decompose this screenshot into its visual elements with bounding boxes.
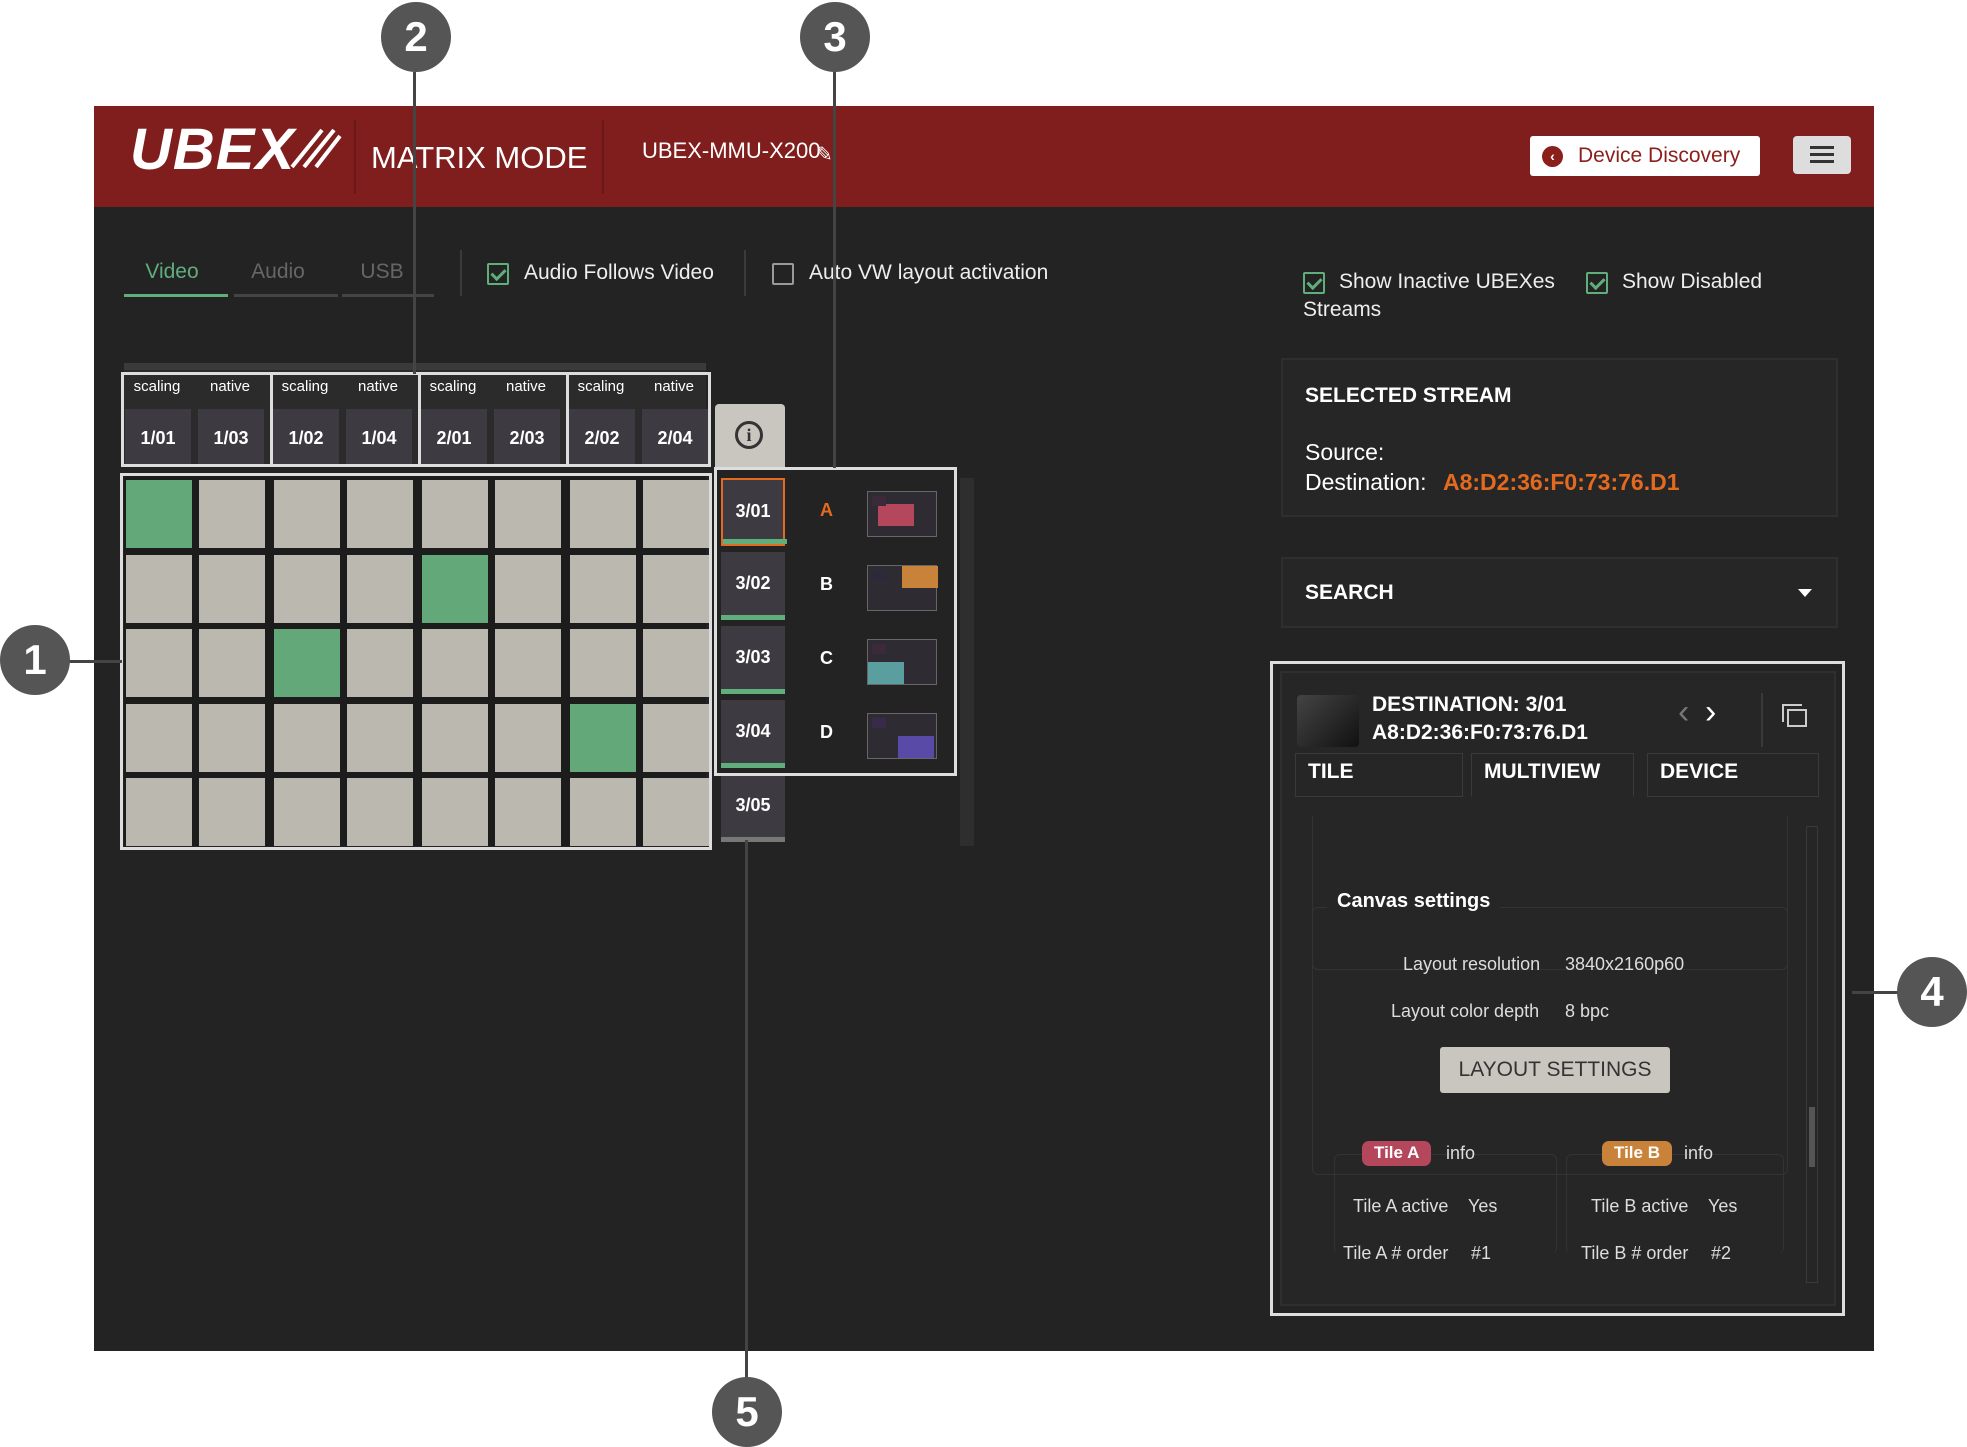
source-header-outline (121, 372, 711, 467)
detail-scrollbar[interactable] (1806, 826, 1818, 1283)
color-depth-value: 8 bpc (1565, 1001, 1610, 1021)
tile-a-order-value: #1 (1471, 1243, 1492, 1263)
callout-4: 4 (1897, 957, 1967, 1027)
device-name[interactable]: UBEX-MMU-X200 (642, 138, 820, 164)
source-label: Source: (1305, 439, 1385, 465)
tile-b-active-label: Tile B active (1591, 1196, 1689, 1216)
auto-vw-checkbox[interactable] (772, 263, 794, 285)
prev-arrow-icon[interactable]: ‹ (1678, 693, 1689, 732)
tab-audio[interactable]: Audio (230, 260, 326, 284)
info-button[interactable]: i (715, 404, 785, 467)
destination-scrollbar[interactable] (960, 478, 974, 846)
destination-title: DESTINATION: 3/01 (1372, 693, 1567, 716)
layout-resolution-value: 3840x2160p60 (1565, 954, 1685, 974)
mode-title: MATRIX MODE (371, 140, 588, 175)
canvas-settings-title: Canvas settings (1327, 890, 1501, 913)
show-inactive-checkbox[interactable] (1303, 272, 1325, 294)
edit-pencil-icon[interactable]: ✎ (816, 142, 833, 167)
chevron-down-icon (1798, 589, 1812, 597)
tile-a-order-label: Tile A # order (1343, 1243, 1449, 1263)
tile-b-active-value: Yes (1708, 1196, 1738, 1216)
destination-address: A8:D2:36:F0:73:76.D1 (1372, 721, 1588, 744)
destination-outline (714, 467, 957, 776)
callout-5: 5 (712, 1377, 782, 1447)
streams-label: Streams (1303, 298, 1382, 321)
destination-value: A8:D2:36:F0:73:76.D1 (1443, 469, 1680, 495)
tile-a-active-value: Yes (1468, 1196, 1498, 1216)
tab-video[interactable]: Video (124, 260, 220, 284)
monitor-icon (1297, 695, 1359, 747)
auto-vw-label: Auto VW layout activation (809, 261, 1049, 284)
info-icon: i (735, 421, 763, 449)
search-dropdown[interactable]: SEARCH (1281, 557, 1838, 628)
audio-follows-video-checkbox[interactable] (487, 263, 509, 285)
selected-stream-panel: SELECTED STREAM Source: Destination: A8:… (1281, 358, 1838, 517)
layout-resolution-label: Layout resolution (1403, 954, 1541, 974)
tile-a-info: info (1446, 1143, 1476, 1163)
tab-device[interactable]: DEVICE (1647, 753, 1819, 797)
grid-outline (120, 473, 712, 850)
ubex-logo: UBEX (130, 117, 296, 182)
show-disabled-checkbox[interactable] (1586, 272, 1608, 294)
selected-stream-title: SELECTED STREAM (1305, 384, 1512, 407)
tab-multiview[interactable]: MULTIVIEW (1471, 753, 1634, 797)
show-disabled-label: Show Disabled (1622, 270, 1763, 293)
tile-b-pill: Tile B (1602, 1141, 1672, 1166)
next-arrow-icon[interactable]: › (1705, 693, 1716, 732)
tile-a-pill: Tile A (1362, 1141, 1432, 1166)
color-depth-label: Layout color depth (1391, 1001, 1540, 1021)
back-arrow-icon: ‹ (1542, 146, 1563, 167)
show-inactive-label: Show Inactive UBEXes (1339, 270, 1555, 293)
tab-tile[interactable]: TILE (1295, 753, 1463, 797)
audio-follows-video-label: Audio Follows Video (524, 261, 714, 284)
tile-b-order-label: Tile B # order (1581, 1243, 1689, 1263)
header-bar: UBEX MATRIX MODE UBEX-MMU-X200 ✎ ‹ Devic… (94, 106, 1874, 207)
menu-hamburger-icon[interactable] (1793, 136, 1851, 174)
callout-3: 3 (800, 2, 870, 72)
callout-2: 2 (381, 2, 451, 72)
device-discovery-button[interactable]: ‹ Device Discovery (1530, 136, 1760, 176)
tile-a-active-label: Tile A active (1353, 1196, 1449, 1216)
layout-settings-button[interactable]: LAYOUT SETTINGS (1440, 1047, 1670, 1093)
destination-label: Destination: (1305, 469, 1427, 495)
tile-b-order-value: #2 (1711, 1243, 1732, 1263)
tile-b-info: info (1684, 1143, 1714, 1163)
callout-1: 1 (0, 625, 70, 695)
logo-chevrons-icon (290, 128, 342, 169)
destination-3-05[interactable]: 3/05 (721, 774, 785, 842)
